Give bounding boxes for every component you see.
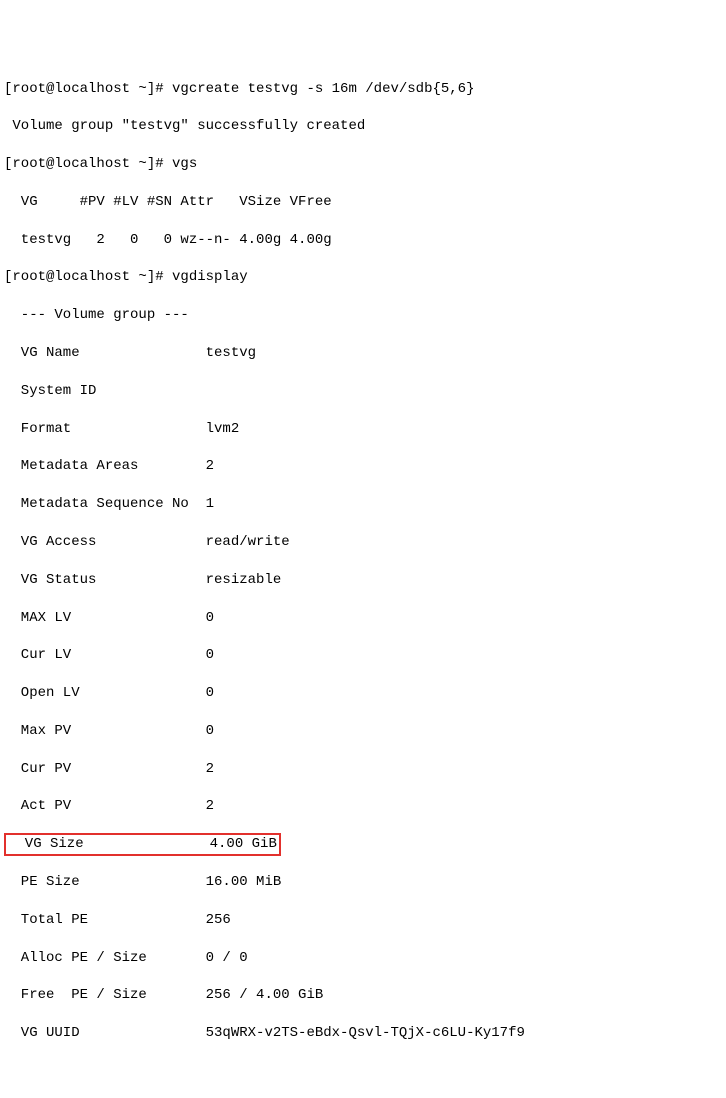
command-text: vgs: [172, 156, 197, 172]
prompt: [root@localhost ~]#: [4, 81, 172, 97]
vgdisplay-totpe: Total PE 256: [4, 911, 726, 930]
prompt: [root@localhost ~]#: [4, 269, 172, 285]
cmd-vgs: [root@localhost ~]# vgs: [4, 155, 726, 174]
vgdisplay-pesize: PE Size 16.00 MiB: [4, 873, 726, 892]
output-vgcreate: Volume group "testvg" successfully creat…: [4, 117, 726, 136]
cmd-vgdisplay: [root@localhost ~]# vgdisplay: [4, 268, 726, 287]
prompt: [root@localhost ~]#: [4, 156, 172, 172]
vgdisplay-mareas: Metadata Areas 2: [4, 457, 726, 476]
vgdisplay-vgname: VG Name testvg: [4, 344, 726, 363]
vgdisplay-openlv: Open LV 0: [4, 684, 726, 703]
vgdisplay-sysid: System ID: [4, 382, 726, 401]
vgs-header: VG #PV #LV #SN Attr VSize VFree: [4, 193, 726, 212]
vgdisplay-alloc: Alloc PE / Size 0 / 0: [4, 949, 726, 968]
vgdisplay-curpv: Cur PV 2: [4, 760, 726, 779]
vgdisplay-mseq: Metadata Sequence No 1: [4, 495, 726, 514]
vgdisplay-free: Free PE / Size 256 / 4.00 GiB: [4, 986, 726, 1005]
vgdisplay-maxpv: Max PV 0: [4, 722, 726, 741]
vgdisplay-maxlv: MAX LV 0: [4, 609, 726, 628]
command-text: vgdisplay: [172, 269, 248, 285]
vgdisplay-format: Format lvm2: [4, 420, 726, 439]
highlight-box: VG Size 4.00 GiB: [4, 833, 281, 856]
blank-line: [4, 1062, 726, 1081]
vgdisplay-vgsize-highlighted: VG Size 4.00 GiB: [4, 835, 726, 854]
vgdisplay-uuid: VG UUID 53qWRX-v2TS-eBdx-Qsvl-TQjX-c6LU-…: [4, 1024, 726, 1043]
vgdisplay-vgstat: VG Status resizable: [4, 571, 726, 590]
vgdisplay-actpv: Act PV 2: [4, 797, 726, 816]
command-text: vgcreate testvg -s 16m /dev/sdb{5,6}: [172, 81, 474, 97]
vgdisplay-head: --- Volume group ---: [4, 306, 726, 325]
cmd-vgcreate: [root@localhost ~]# vgcreate testvg -s 1…: [4, 80, 726, 99]
vgdisplay-curlv: Cur LV 0: [4, 646, 726, 665]
vgs-row: testvg 2 0 0 wz--n- 4.00g 4.00g: [4, 231, 726, 250]
